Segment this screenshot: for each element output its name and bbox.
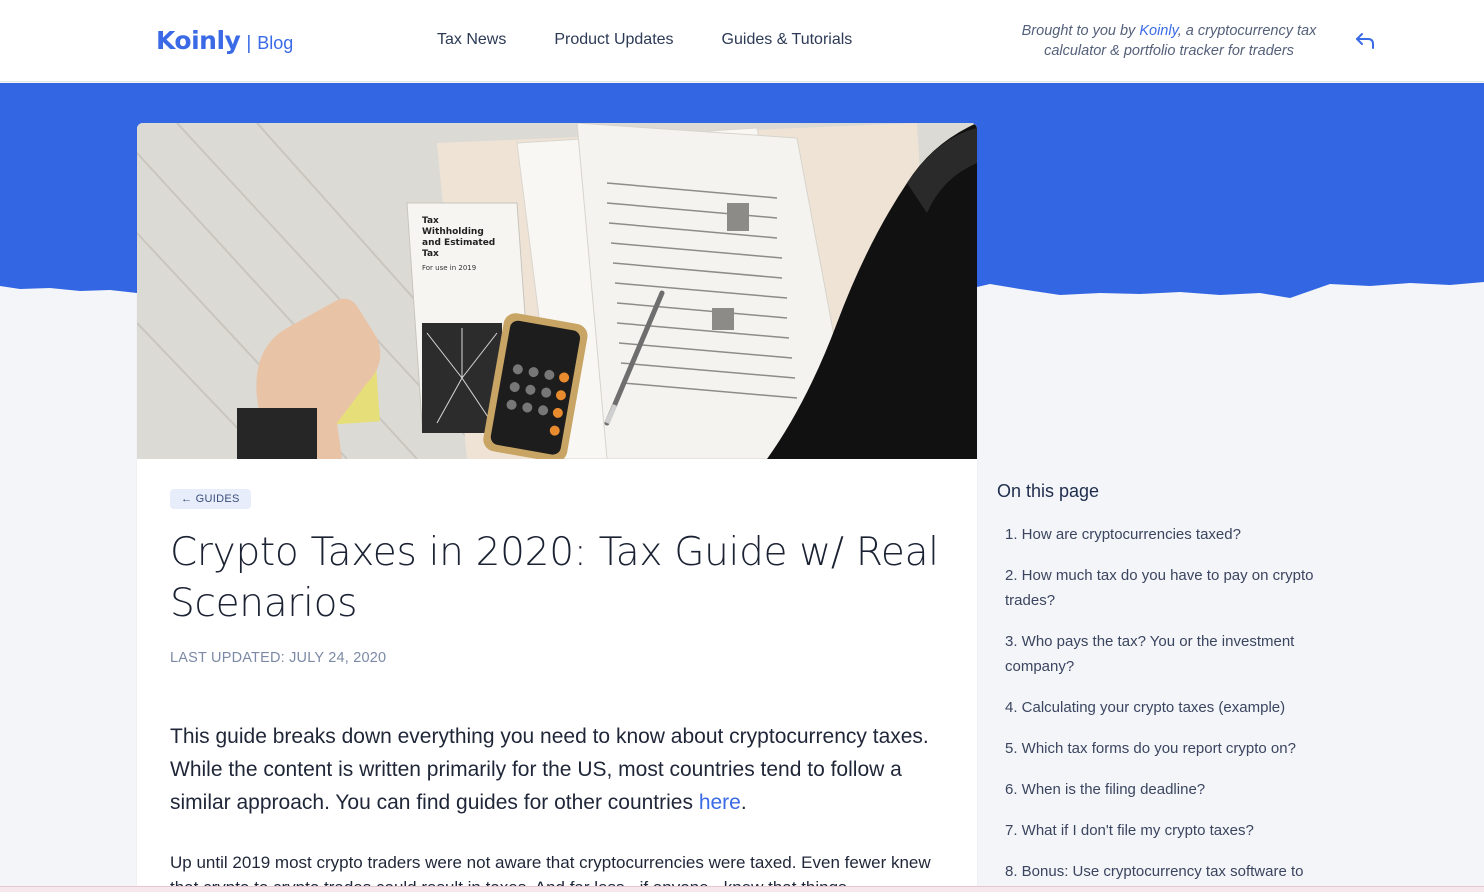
toc-item[interactable]: 3. Who pays the tax? You or the investme… (1005, 629, 1345, 679)
toc-item[interactable]: 8. Bonus: Use cryptocurrency tax softwar… (1005, 859, 1345, 884)
tagline-brand-link[interactable]: Koinly (1139, 23, 1177, 39)
toc-list: 1. How are cryptocurrencies taxed? 2. Ho… (997, 522, 1357, 884)
category-badge-guides[interactable]: ← GUIDES (170, 489, 251, 509)
logo[interactable]: Koinly | Blog (156, 26, 293, 55)
toc-title: On this page (997, 481, 1100, 501)
site-header: Koinly | Blog Tax News Product Updates G… (0, 0, 1484, 82)
logo-separator: | (246, 33, 252, 54)
article-title: Crypto Taxes in 2020: Tax Guide w/ Real … (170, 530, 939, 626)
toc-item[interactable]: 2. How much tax do you have to pay on cr… (1005, 563, 1345, 613)
nav-product-updates[interactable]: Product Updates (554, 31, 673, 49)
toc-item[interactable]: 1. How are cryptocurrencies taxed? (1005, 522, 1345, 547)
toc-item[interactable]: 5. Which tax forms do you report crypto … (1005, 736, 1345, 761)
toc-item[interactable]: 7. What if I don't file my crypto taxes? (1005, 818, 1345, 843)
table-of-contents: On this page 1. How are cryptocurrencies… (997, 481, 1357, 892)
nav-guides-tutorials[interactable]: Guides & Tutorials (722, 31, 853, 49)
doc-line-1: Tax (422, 216, 439, 226)
other-countries-link[interactable]: here (699, 791, 741, 814)
doc-line-2: Withholding (422, 227, 484, 237)
doc-line-4: Tax (422, 249, 439, 259)
toc-item[interactable]: 6. When is the filing deadline? (1005, 777, 1345, 802)
article-lead: This guide breaks down everything you ne… (170, 720, 950, 819)
nav-tax-news[interactable]: Tax News (437, 31, 506, 49)
logo-wordmark[interactable]: Koinly (156, 26, 241, 55)
return-arrow-icon[interactable] (1354, 28, 1378, 52)
lead-end: . (740, 791, 747, 814)
sponsor-tagline: Brought to you by Koinly, a cryptocurren… (1004, 21, 1334, 61)
hero-image: Tax Withholding and Estimated Tax For us… (137, 123, 977, 459)
last-updated-date: LAST UPDATED: JULY 24, 2020 (170, 650, 387, 666)
lead-text: This guide breaks down everything you ne… (170, 725, 929, 814)
tagline-prefix: Brought to you by (1021, 23, 1140, 39)
blog-label[interactable]: Blog (257, 33, 293, 54)
page-bottom-edge (0, 886, 1484, 892)
toc-item[interactable]: 4. Calculating your crypto taxes (exampl… (1005, 695, 1345, 720)
doc-line-3: and Estimated (422, 238, 495, 248)
article-card: Tax Withholding and Estimated Tax For us… (137, 123, 977, 892)
main-nav: Tax News Product Updates Guides & Tutori… (437, 31, 852, 49)
doc-line-5: For use in 2019 (422, 264, 476, 272)
